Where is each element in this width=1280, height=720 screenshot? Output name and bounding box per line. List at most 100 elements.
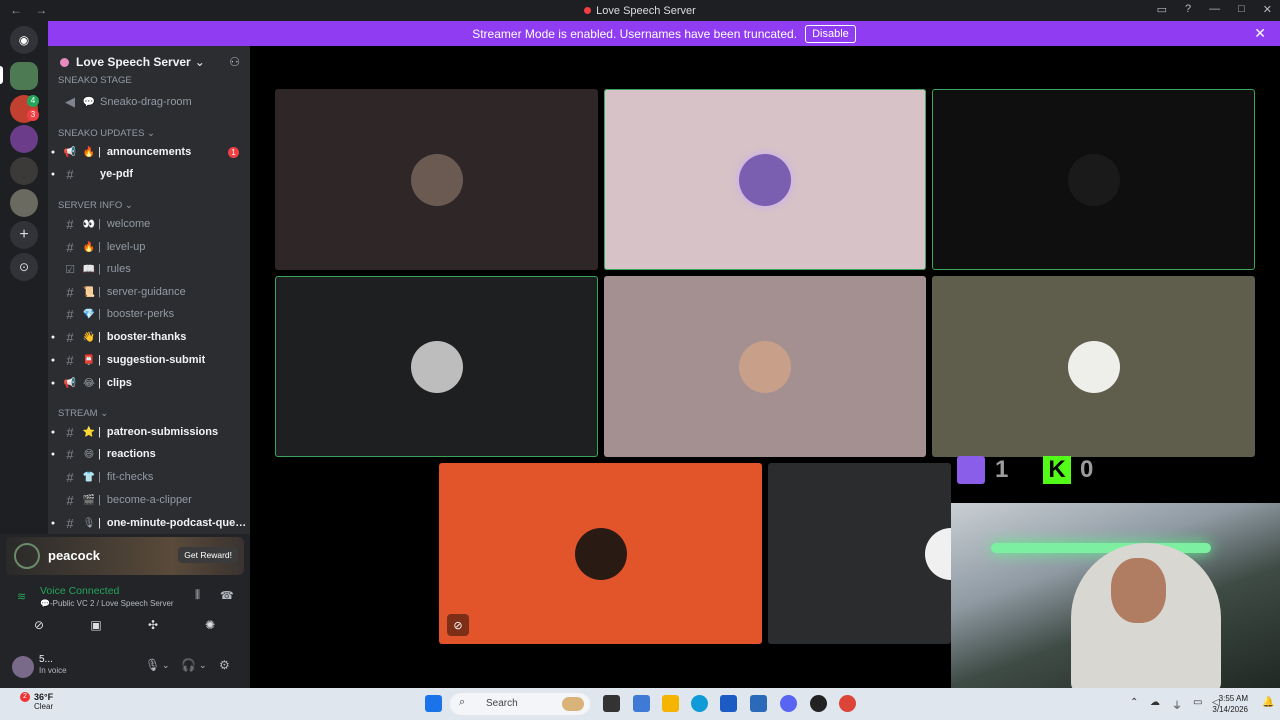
store-icon[interactable] <box>720 695 737 712</box>
discord-home-icon[interactable]: ◉ <box>10 26 38 54</box>
share-screen-button[interactable]: ▣ <box>70 615 122 635</box>
discover-icon[interactable]: ⊙ <box>10 253 38 281</box>
category-cut[interactable]: SNEAKO STAGE <box>58 75 132 86</box>
video-tile[interactable] <box>275 89 598 270</box>
obs-icon[interactable] <box>810 695 827 712</box>
video-tile-speaking[interactable] <box>604 89 926 270</box>
server-icon[interactable] <box>10 189 38 217</box>
channel-level-up[interactable]: # 🔥 | level-up <box>48 236 250 258</box>
promo-banner[interactable]: peacock Get Reward! <box>6 537 244 575</box>
close-icon[interactable]: ✕ <box>1254 25 1266 42</box>
weather-widget[interactable]: 2 36°F Clear <box>14 692 53 711</box>
kick-viewer-count: 0 <box>1080 456 1094 483</box>
weather-temp: 36°F <box>34 692 54 702</box>
inbox-icon[interactable]: ▭ <box>1157 3 1167 16</box>
category-server-info[interactable]: SERVER INFO ⌄ <box>58 200 133 211</box>
server-header[interactable]: Love Speech Server ⌄ ⚇ <box>48 46 250 78</box>
server-icon[interactable] <box>10 125 38 153</box>
app-icon[interactable] <box>750 695 767 712</box>
search-box[interactable]: ⌕ Search <box>450 693 590 715</box>
channel-booster-perks[interactable]: # 💎 | booster-perks <box>48 303 250 325</box>
network-icon[interactable]: ▭ <box>1193 697 1202 708</box>
channel-emoji-icon: 🔥 <box>82 146 96 158</box>
user-panel: peacock Get Reward! ≋ Voice Connected 💬-… <box>0 534 250 688</box>
minimize-button[interactable]: — <box>1209 3 1220 16</box>
channel-label: patreon-submissions <box>106 426 219 438</box>
bell-icon[interactable]: 🔔 <box>1262 697 1274 708</box>
channel-emoji-icon: 📮 <box>82 354 96 366</box>
add-server-icon[interactable]: + <box>10 221 38 249</box>
voice-channel[interactable]: ◀ 💬 Sneako-drag-room <box>48 91 250 113</box>
activities-button[interactable]: ✣ <box>127 615 179 635</box>
voice-connected-label[interactable]: Voice Connected <box>40 585 119 597</box>
hash-icon: # <box>66 216 74 232</box>
help-icon[interactable]: ? <box>1185 3 1191 16</box>
chrome-icon[interactable] <box>839 695 856 712</box>
channel-one-minute-podcast-quest[interactable]: ● # 🎙 | one-minute-podcast-quest... <box>48 512 250 534</box>
get-reward-button[interactable]: Get Reward! <box>178 547 238 563</box>
channel-announcements[interactable]: ● 📢 🔥 | announcements 1 <box>48 141 250 163</box>
chevron-down-icon[interactable]: ⌄ <box>162 660 170 671</box>
clock[interactable]: 3:55 AM 3/14/2026 <box>1212 693 1248 715</box>
channel-become-a-clipper[interactable]: # 🎬 | become-a-clipper <box>48 489 250 511</box>
video-tile[interactable] <box>932 276 1255 457</box>
signal-icon[interactable]: ≋ <box>17 590 26 603</box>
chevron-up-icon[interactable]: ⌃ <box>1130 697 1138 708</box>
noise-suppression-icon[interactable]: ⫼ <box>195 589 200 602</box>
separator: | <box>98 263 101 275</box>
disconnect-icon[interactable]: ☎ <box>220 589 234 602</box>
channel-server-guidance[interactable]: # 📜 | server-guidance <box>48 281 250 303</box>
server-name: Love Speech Server <box>76 55 191 69</box>
unread-indicator: ● <box>50 428 56 436</box>
video-tile[interactable] <box>768 463 977 644</box>
clock-date: 3/14/2026 <box>1212 705 1248 714</box>
channel-reactions[interactable]: ● # 😄 | reactions <box>48 443 250 465</box>
start-icon[interactable] <box>425 695 442 712</box>
channel-ye-pdf[interactable]: ● # ye-pdf <box>48 163 250 185</box>
video-tile[interactable] <box>604 276 926 457</box>
headphones-icon[interactable]: 🎧 <box>181 658 196 672</box>
video-tile-speaking[interactable] <box>932 89 1255 270</box>
channel-label: welcome <box>106 218 151 230</box>
channel-label: announcements <box>106 146 192 158</box>
gear-icon[interactable]: ⚙ <box>219 658 230 672</box>
channel-emoji-icon: 👀 <box>82 218 96 230</box>
disable-streamer-button[interactable]: Disable <box>805 24 856 43</box>
microphone-icon[interactable]: 🎙 <box>145 658 160 672</box>
channel-fit-checks[interactable]: # 👕 | fit-checks <box>48 466 250 488</box>
invite-icon[interactable]: ⚇ <box>229 55 240 69</box>
widgets-icon[interactable] <box>633 695 650 712</box>
file-explorer-icon[interactable] <box>662 695 679 712</box>
discord-taskbar-icon[interactable] <box>780 695 797 712</box>
channel-booster-thanks[interactable]: ● # 👋 | booster-thanks <box>48 326 250 348</box>
channel-sidebar: Love Speech Server ⌄ ⚇ SNEAKO STAGE ◀ 💬 Sn… <box>48 46 250 534</box>
avatar[interactable] <box>12 656 34 678</box>
close-window-button[interactable]: ✕ <box>1263 3 1272 16</box>
task-view-icon[interactable] <box>603 695 620 712</box>
channel-welcome[interactable]: # 👀 | welcome <box>48 213 250 235</box>
window-titlebar: ← → Love Speech Server ▭ ? — □ ✕ <box>0 0 1280 21</box>
server-icon[interactable] <box>10 157 38 185</box>
tray-icon[interactable]: ⏚ <box>1172 697 1182 712</box>
voice-channel-path[interactable]: 💬-Public VC 2 / Love Speech Server <box>40 599 174 608</box>
channel-patreon-submissions[interactable]: ● # ⭐ | patreon-submissions <box>48 421 250 443</box>
category-stream[interactable]: STREAM ⌄ <box>58 408 108 419</box>
channel-rules[interactable]: ☑ 📖 | rules <box>48 258 250 280</box>
video-tile[interactable]: ⊘ <box>439 463 762 644</box>
edge-icon[interactable] <box>691 695 708 712</box>
soundboard-button[interactable]: ✺ <box>184 615 236 635</box>
server-boost-icon <box>60 57 69 67</box>
channel-clips[interactable]: ● 📢 😂 | clips <box>48 372 250 394</box>
separator: | <box>98 377 101 389</box>
cloud-icon[interactable]: ☁ <box>1150 697 1160 708</box>
unread-indicator: ● <box>50 379 56 387</box>
channel-suggestion-submit[interactable]: ● # 📮 | suggestion-submit <box>48 349 250 371</box>
server-icon-active[interactable] <box>10 62 38 90</box>
username[interactable]: 5... <box>39 654 53 665</box>
video-tile-speaking[interactable] <box>275 276 598 457</box>
category-updates[interactable]: SNEAKO UPDATES ⌄ <box>58 128 155 139</box>
camera-off-button[interactable]: ⊘ <box>13 615 65 635</box>
hash-icon: # <box>66 284 74 300</box>
chevron-down-icon[interactable]: ⌄ <box>199 660 207 671</box>
maximize-button[interactable]: □ <box>1238 3 1245 16</box>
